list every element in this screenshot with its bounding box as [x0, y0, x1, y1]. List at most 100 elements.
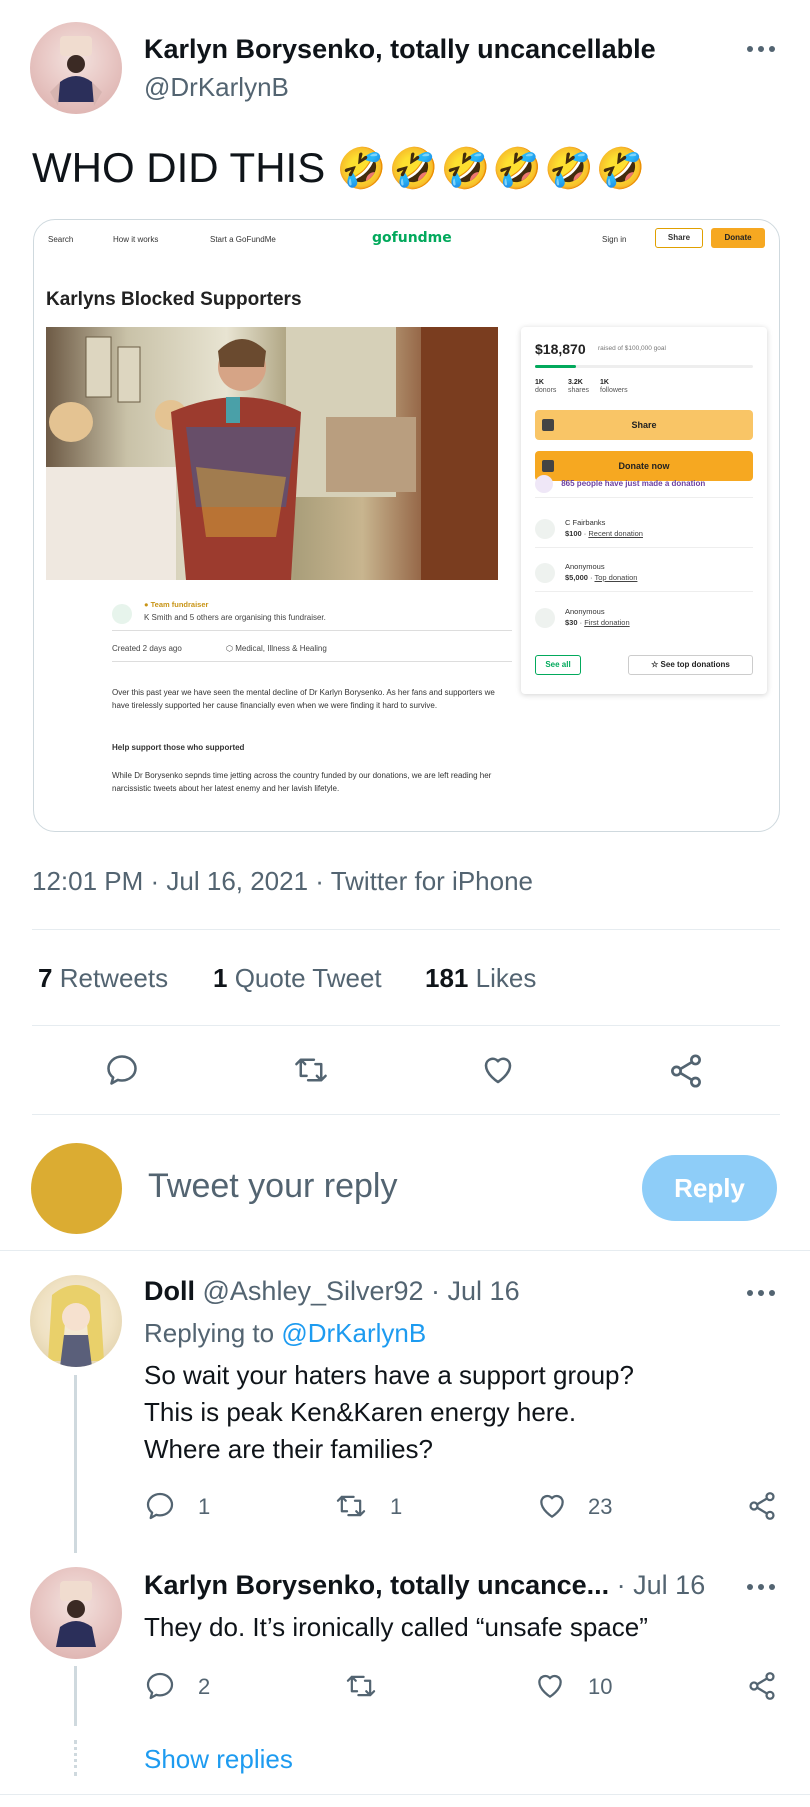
- donor-tag: Top donation: [594, 573, 638, 582]
- more-icon[interactable]: [747, 1290, 775, 1296]
- retweet-icon[interactable]: [344, 1670, 378, 1702]
- emoji-row: 🤣🤣🤣🤣🤣🤣: [336, 147, 648, 191]
- see-top-donations-button: ☆ See top donations: [628, 655, 753, 675]
- reply-date[interactable]: · Jul 16: [617, 1570, 706, 1600]
- quotes-count: 1: [213, 963, 228, 993]
- reply-author[interactable]: Karlyn Borysenko, totally uncance...: [144, 1570, 609, 1600]
- retweet-icon[interactable]: [292, 1052, 330, 1088]
- panel-divider: [535, 591, 753, 592]
- story-heading: Help support those who supported: [112, 743, 245, 752]
- nav-how-it-works: How it works: [113, 235, 159, 244]
- donor-name: C Fairbanks: [565, 518, 606, 527]
- donate-label: Donate now: [618, 461, 670, 471]
- donor-icon: [535, 608, 555, 628]
- meta-divider: [112, 661, 512, 662]
- retweets-label: Retweets: [59, 963, 169, 993]
- share-box-icon: [542, 419, 554, 431]
- embedded-image[interactable]: Search How it works Start a GoFundMe gof…: [33, 219, 780, 832]
- fundraiser-photo: [46, 327, 498, 580]
- like-icon[interactable]: [479, 1052, 517, 1088]
- reply-header: Karlyn Borysenko, totally uncance... · J…: [144, 1570, 705, 1601]
- stat-label: donors: [535, 387, 557, 394]
- likes-count: 181: [425, 963, 469, 993]
- nav-donate-button: Donate: [711, 228, 765, 248]
- share-icon[interactable]: [746, 1670, 778, 1702]
- panel-divider: [535, 547, 753, 548]
- likes-label: Likes: [475, 963, 537, 993]
- meta-divider: [112, 630, 512, 631]
- like-icon[interactable]: [535, 1490, 569, 1522]
- reply-date[interactable]: · Jul 16: [431, 1276, 520, 1306]
- category-label: Medical, Illness & Healing: [235, 644, 327, 653]
- category-text: ⬡ Medical, Illness & Healing: [226, 644, 327, 653]
- stat-shares: 3.2K shares: [568, 379, 589, 395]
- reply-avatar[interactable]: [30, 1567, 122, 1659]
- gofundme-navbar: Search How it works Start a GoFundMe gof…: [34, 220, 779, 260]
- my-avatar[interactable]: [31, 1143, 122, 1234]
- doll-figure: [48, 1285, 104, 1367]
- team-label-text: Team fundraiser: [150, 600, 209, 609]
- divider: [0, 1250, 810, 1251]
- photo-scene: [46, 327, 498, 580]
- reply-icon[interactable]: [104, 1052, 140, 1088]
- stat-value: 3.2K: [568, 379, 583, 386]
- share-icon[interactable]: [746, 1490, 778, 1522]
- stat-value: 1K: [535, 379, 544, 386]
- reply-icon[interactable]: [144, 1670, 176, 1702]
- avatar-figure: [56, 1581, 96, 1647]
- donor-tag: Recent donation: [588, 529, 643, 538]
- share-label: Share: [631, 420, 657, 430]
- reply-button[interactable]: Reply: [642, 1155, 777, 1221]
- reply-avatar[interactable]: [30, 1275, 122, 1367]
- tweet-body: WHO DID THIS: [32, 144, 326, 191]
- divider: [32, 1114, 780, 1115]
- reply-line: Where are their families?: [144, 1434, 433, 1464]
- fundraiser-title: Karlyns Blocked Supporters: [46, 289, 302, 310]
- progress-fill: [535, 365, 577, 368]
- show-replies-link[interactable]: Show replies: [144, 1744, 293, 1775]
- author-handle[interactable]: @DrKarlynB: [144, 72, 289, 103]
- reply-handle[interactable]: @Ashley_Silver92: [203, 1276, 424, 1306]
- quotes-stat[interactable]: 1 Quote Tweet: [213, 963, 382, 994]
- likes-stat[interactable]: 181 Likes: [425, 963, 536, 994]
- quotes-label: Quote Tweet: [234, 963, 382, 993]
- team-label: ● Team fundraiser: [144, 600, 209, 609]
- more-icon[interactable]: [747, 1584, 775, 1590]
- author-avatar[interactable]: [30, 22, 122, 114]
- nav-share-button: Share: [655, 228, 703, 248]
- thread-dots: [74, 1740, 77, 1776]
- share-button: Share: [535, 410, 753, 440]
- share-icon[interactable]: [667, 1052, 705, 1090]
- tweet-text: WHO DID THIS 🤣🤣🤣🤣🤣🤣: [32, 144, 648, 192]
- recent-note-text: 865 people have just made a donation: [561, 479, 706, 489]
- retweet-icon[interactable]: [334, 1490, 368, 1522]
- reply-text: So wait your haters have a support group…: [144, 1357, 634, 1468]
- like-count: 10: [588, 1674, 613, 1699]
- donor-amount: $30: [565, 618, 578, 627]
- panel-divider: [535, 497, 753, 498]
- tweet-timestamp[interactable]: 12:01 PM · Jul 16, 2021 · Twitter for iP…: [32, 866, 533, 897]
- divider: [0, 1794, 810, 1795]
- reply-icon[interactable]: [144, 1490, 176, 1522]
- donor-name: Anonymous: [565, 562, 605, 571]
- reply-line: So wait your haters have a support group…: [144, 1360, 634, 1390]
- avatar-figure: [50, 36, 102, 106]
- reply-input[interactable]: Tweet your reply: [148, 1167, 397, 1206]
- nav-search: Search: [48, 235, 74, 244]
- progress-bar: [535, 365, 753, 368]
- more-icon[interactable]: [747, 46, 775, 52]
- stat-label: followers: [600, 387, 628, 394]
- story-paragraph-1: Over this past year we have seen the men…: [112, 688, 495, 710]
- stat-label: shares: [568, 387, 590, 394]
- donor-amount: $100: [565, 529, 582, 538]
- reply-text: They do. It’s ironically called “unsafe …: [144, 1612, 648, 1642]
- author-name[interactable]: Karlyn Borysenko, totally uncancellable: [144, 34, 656, 65]
- reply-author[interactable]: Doll: [144, 1276, 195, 1306]
- reply-count: 2: [198, 1674, 211, 1699]
- donate-box-icon: [542, 460, 554, 472]
- like-icon[interactable]: [533, 1670, 567, 1702]
- retweets-stat[interactable]: 7 Retweets: [38, 963, 168, 994]
- retweets-count: 7: [38, 963, 53, 993]
- replying-mention[interactable]: @DrKarlynB: [281, 1318, 426, 1348]
- divider: [32, 1025, 780, 1026]
